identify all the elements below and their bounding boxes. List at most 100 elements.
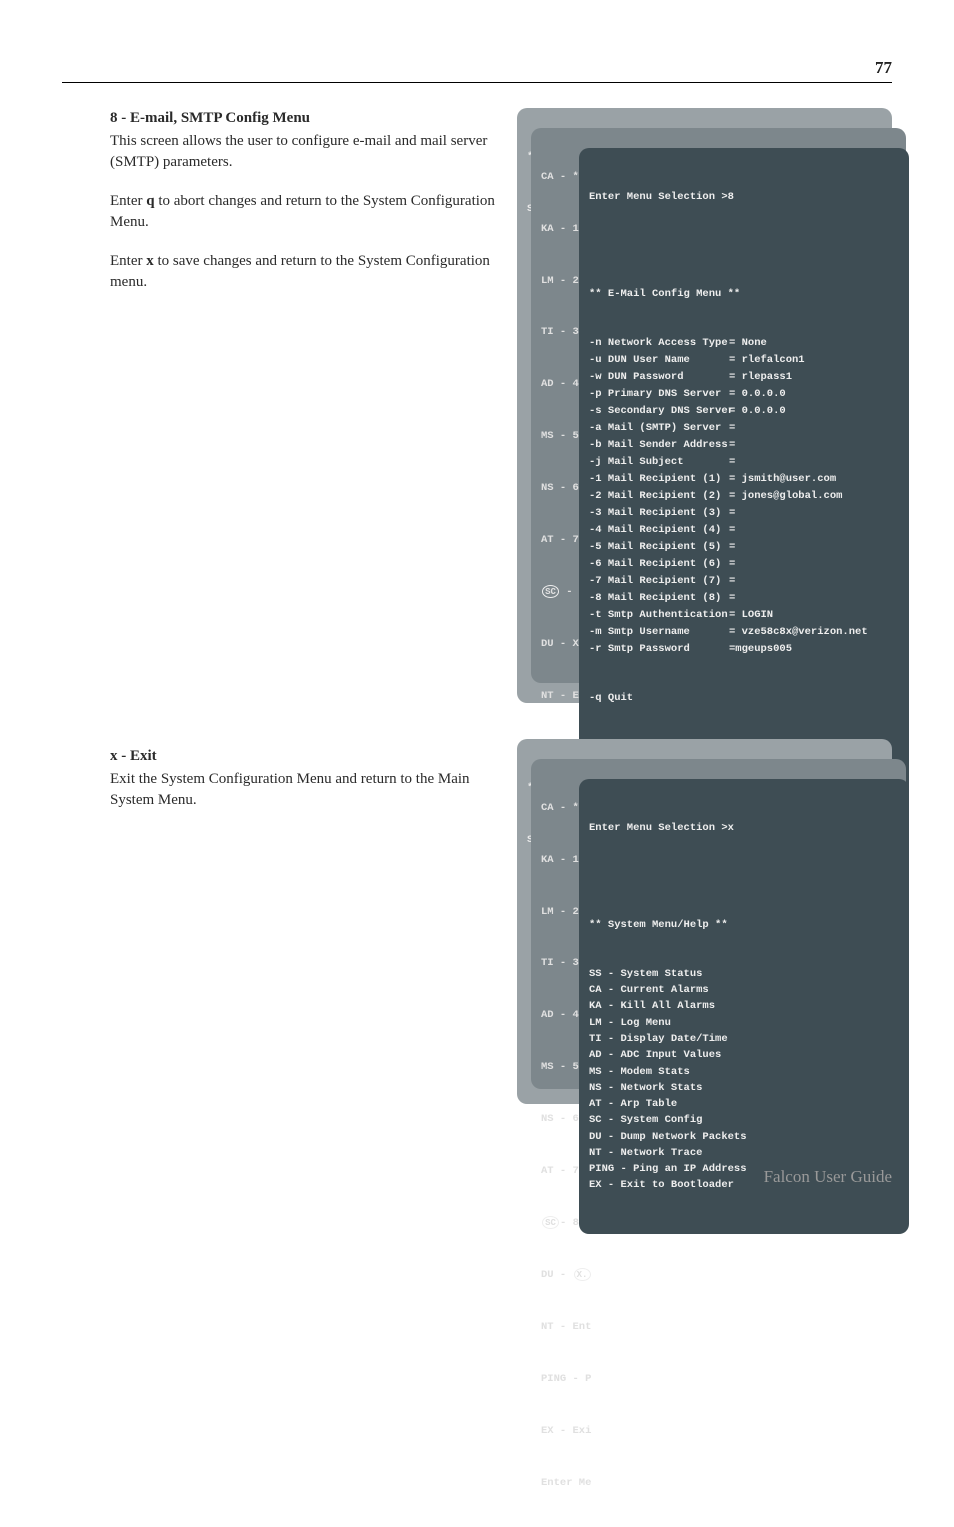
config-key: -3 Mail Recipient (3): [589, 505, 729, 521]
config-key: -b Mail Sender Address: [589, 437, 729, 453]
text: Enter: [110, 193, 146, 209]
config-key: -a Mail (SMTP) Server: [589, 420, 729, 436]
config-key: -u DUN User Name: [589, 352, 729, 368]
terminal-config-line: -b Mail Sender Address=: [589, 437, 899, 454]
terminal-config-line: -6 Mail Recipient (6)=: [589, 556, 899, 573]
terminal-config-line: -5 Mail Recipient (5)=: [589, 539, 899, 556]
config-value: =: [729, 541, 735, 553]
terminal-menu-line: LM - Log Menu: [589, 1015, 899, 1031]
terminal-menu-line: SS - System Status: [589, 966, 899, 982]
terminal-config-line: -m Smtp Username= vze58c8x@verizon.net: [589, 624, 899, 641]
terminal-config-line: -3 Mail Recipient (3)=: [589, 505, 899, 522]
terminal-config-line: -n Network Access Type= None: [589, 335, 899, 352]
circle-highlight: SC: [542, 585, 559, 598]
section2-para1: Exit the System Configuration Menu and r…: [110, 769, 505, 811]
terminal-menu-line: SC - System Config: [589, 1112, 899, 1128]
config-value: = rlepass1: [729, 371, 792, 383]
config-value: =: [729, 507, 735, 519]
terminal-line: Enter Menu Selection >8: [589, 189, 899, 205]
terminal-config-line: -r Smtp Password=mgeups005: [589, 641, 899, 658]
config-key: -p Primary DNS Server: [589, 386, 729, 402]
footer-guide-name: Falcon User Guide: [764, 1167, 892, 1187]
section1-title: 8 - E-mail, SMTP Config Menu: [110, 108, 505, 129]
config-value: =: [729, 524, 735, 536]
terminal-line: ** E-Mail Config Menu **: [589, 286, 899, 302]
circle-highlight: X.: [574, 1268, 591, 1281]
config-value: =: [729, 592, 735, 604]
text: Enter: [110, 253, 146, 269]
config-value: = jsmith@user.com: [729, 473, 836, 485]
config-value: =: [729, 422, 735, 434]
terminal-line: Enter Menu Selection >x: [589, 820, 899, 836]
terminal-line: Enter Me: [541, 1475, 916, 1492]
config-key: -s Secondary DNS Server: [589, 403, 729, 419]
terminal-line: PING - P: [541, 1371, 916, 1388]
section1-para2: Enter q to abort changes and return to t…: [110, 191, 505, 233]
terminal-menu-line: MS - Modem Stats: [589, 1064, 899, 1080]
page-number: 77: [875, 58, 892, 78]
config-key: -6 Mail Recipient (6): [589, 556, 729, 572]
section1-para1: This screen allows the user to configure…: [110, 131, 505, 173]
terminal-line: ** System Menu/Help **: [589, 917, 899, 933]
terminal-config-line: -1 Mail Recipient (1)= jsmith@user.com: [589, 471, 899, 488]
config-key: -8 Mail Recipient (8): [589, 590, 729, 606]
terminal-menu-line: NT - Network Trace: [589, 1145, 899, 1161]
text: DU -: [541, 1269, 566, 1281]
config-value: = 0.0.0.0: [729, 388, 786, 400]
config-key: -w DUN Password: [589, 369, 729, 385]
left-column-section2: x - Exit Exit the System Configuration M…: [110, 746, 505, 829]
terminal-menu-line: DU - Dump Network Packets: [589, 1129, 899, 1145]
terminal-config-line: -p Primary DNS Server= 0.0.0.0: [589, 386, 899, 403]
config-value: = vze58c8x@verizon.net: [729, 626, 868, 638]
circle-highlight: SC: [542, 1216, 559, 1229]
config-value: = LOGIN: [729, 609, 773, 621]
terminal-config-line: -t Smtp Authentication= LOGIN: [589, 607, 899, 624]
config-value: =: [729, 439, 735, 451]
config-key: -m Smtp Username: [589, 624, 729, 640]
terminal-menu-line: NS - Network Stats: [589, 1080, 899, 1096]
config-value: =: [729, 558, 735, 570]
config-value: = rlefalcon1: [729, 354, 805, 366]
terminal-config-line: -7 Mail Recipient (7)=: [589, 573, 899, 590]
terminal-menu-line: AT - Arp Table: [589, 1096, 899, 1112]
terminal-config-line: -w DUN Password= rlepass1: [589, 369, 899, 386]
key-x: x: [146, 253, 154, 269]
terminal-line: -q Quit: [589, 690, 899, 706]
config-value: = 0.0.0.0: [729, 405, 786, 417]
config-key: -n Network Access Type: [589, 335, 729, 351]
config-key: -t Smtp Authentication: [589, 607, 729, 623]
terminal-line-circled: DU - X.: [541, 1267, 916, 1284]
config-value: = jones@global.com: [729, 490, 842, 502]
terminal-config-line: -j Mail Subject=: [589, 454, 899, 471]
config-key: -2 Mail Recipient (2): [589, 488, 729, 504]
terminal-menu-line: TI - Display Date/Time: [589, 1031, 899, 1047]
key-q: q: [146, 193, 154, 209]
terminal-menu-line: KA - Kill All Alarms: [589, 998, 899, 1014]
section2-title: x - Exit: [110, 746, 505, 767]
config-key: -1 Mail Recipient (1): [589, 471, 729, 487]
left-column-section1: 8 - E-mail, SMTP Config Menu This screen…: [110, 108, 505, 311]
terminal-line: [589, 237, 899, 253]
terminal-front-layer: Enter Menu Selection >x ** System Menu/H…: [579, 779, 909, 1234]
config-value: =: [729, 575, 735, 587]
terminal-config-line: -8 Mail Recipient (8)=: [589, 590, 899, 607]
config-key: -j Mail Subject: [589, 454, 729, 470]
config-value: =: [729, 456, 735, 468]
terminal-line: NT - Ent: [541, 1319, 916, 1336]
terminal-menu-line: CA - Current Alarms: [589, 982, 899, 998]
text: to abort changes and return to the Syste…: [110, 193, 495, 230]
terminal-line: EX - Exi: [541, 1423, 916, 1440]
text: to save changes and return to the System…: [110, 253, 490, 290]
section1-para3: Enter x to save changes and return to th…: [110, 251, 505, 293]
terminal-config-line: -2 Mail Recipient (2)= jones@global.com: [589, 488, 899, 505]
terminal-screenshot-2: ** System Menu/Help ** SS - Enter Menu S…: [517, 739, 892, 1104]
terminal-menu-line: AD - ADC Input Values: [589, 1047, 899, 1063]
config-key: -4 Mail Recipient (4): [589, 522, 729, 538]
config-key: -r Smtp Password: [589, 641, 729, 657]
config-value: = None: [729, 337, 767, 349]
terminal-config-line: -a Mail (SMTP) Server=: [589, 420, 899, 437]
config-key: -5 Mail Recipient (5): [589, 539, 729, 555]
config-value: =mgeups005: [729, 643, 792, 655]
header-rule: [62, 82, 892, 83]
terminal-line: [589, 868, 899, 884]
